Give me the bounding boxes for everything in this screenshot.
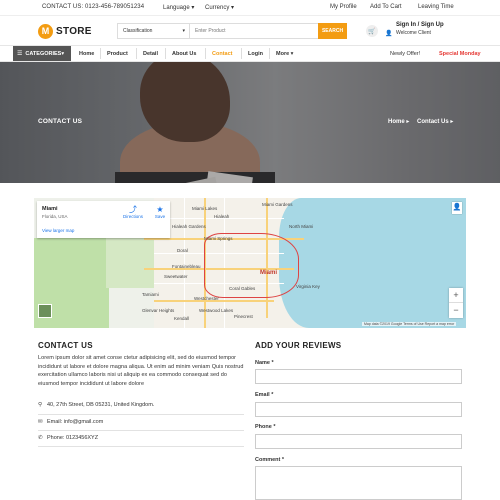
breadcrumb: Home ▸ Contact Us ▸ xyxy=(388,118,459,125)
satellite-toggle[interactable] xyxy=(38,304,52,318)
map-zoom-control: + − xyxy=(449,288,463,318)
user-icon: 👤 xyxy=(385,31,393,37)
email-field[interactable] xyxy=(255,402,462,417)
search-button[interactable]: SEARCH xyxy=(318,23,347,39)
email-row: ✉ Email: info@gmail.com xyxy=(38,419,104,425)
zoom-out-button[interactable]: − xyxy=(449,303,463,318)
top-bar: CONTACT US: 0123-456-789051234 Language … xyxy=(0,0,500,16)
nav-item-login[interactable]: Login xyxy=(248,51,263,57)
nav-item-about[interactable]: About Us xyxy=(172,51,196,57)
cart-icon[interactable]: 🛒 xyxy=(366,25,378,37)
add-to-cart-link[interactable]: Add To Cart xyxy=(370,4,402,10)
leaving-time-link[interactable]: Leaving Time xyxy=(418,4,454,10)
logo-badge: M xyxy=(38,23,53,39)
contact-description: Lorem ipsum dolor sit amet conse ctetur … xyxy=(38,355,244,387)
nav-item-contact[interactable]: Contact xyxy=(212,51,232,57)
search-input[interactable]: Enter Product xyxy=(190,24,318,38)
divider xyxy=(38,430,244,431)
search-category-select[interactable]: Classification ▾ xyxy=(118,24,190,38)
phone-label: Phone * xyxy=(255,424,276,430)
language-dropdown[interactable]: Language ▾ xyxy=(163,4,194,11)
breadcrumb-home[interactable]: Home ▸ xyxy=(388,119,409,125)
map-place-card: Miami Florida, USA View larger map ⤴ Dir… xyxy=(37,201,170,238)
phone-row: ✆ Phone: 0123456XYZ xyxy=(38,435,99,441)
nav-item-product[interactable]: Product xyxy=(107,51,128,57)
address-row: ⚲ 40, 27th Street, DB 05231, United Kingd… xyxy=(38,402,155,408)
comment-label: Comment * xyxy=(255,457,285,463)
signin-link[interactable]: Sign In / Sign Up xyxy=(396,22,444,28)
location-icon: ⚲ xyxy=(38,402,43,408)
email-label: Email * xyxy=(255,392,274,398)
nav-divider xyxy=(205,48,206,59)
phone-field[interactable] xyxy=(255,434,462,449)
google-map[interactable]: Hialeah Miami Springs Miami Lakes Hialea… xyxy=(34,198,466,328)
map-place-name: Miami xyxy=(42,206,58,212)
special-monday-link[interactable]: Special Monday xyxy=(439,51,481,57)
main-nav: ☰ CATEGORIES ▾ Home Product Detail About… xyxy=(0,45,500,62)
phone-icon: ✆ xyxy=(38,435,43,441)
name-field[interactable] xyxy=(255,369,462,384)
search-bar: Classification ▾ Enter Product SEARCH xyxy=(117,23,347,39)
breadcrumb-contact[interactable]: Contact Us ▸ xyxy=(417,119,453,125)
nav-divider xyxy=(269,48,270,59)
newly-offer-link[interactable]: Newly Offer! xyxy=(390,51,420,57)
nav-item-detail[interactable]: Detail xyxy=(143,51,158,57)
comment-textarea[interactable] xyxy=(255,466,462,500)
logo-text: STORE xyxy=(56,25,92,37)
directions-button[interactable]: ⤴ Directions xyxy=(123,205,143,219)
name-label: Name * xyxy=(255,360,274,366)
star-icon: ★ xyxy=(156,205,164,214)
menu-icon: ☰ xyxy=(17,51,23,57)
welcome-text: Welcome Client xyxy=(396,30,431,36)
nav-item-home[interactable]: Home xyxy=(79,51,94,57)
view-larger-map-link[interactable]: View larger map xyxy=(42,228,74,233)
nav-divider xyxy=(241,48,242,59)
street-view-icon[interactable]: 👤 xyxy=(452,202,462,214)
nav-divider xyxy=(165,48,166,59)
contact-heading: CONTACT US xyxy=(38,341,93,350)
store-logo[interactable]: M STORE xyxy=(38,23,92,39)
nav-divider xyxy=(136,48,137,59)
my-profile-link[interactable]: My Profile xyxy=(330,4,357,10)
directions-icon: ⤴ xyxy=(129,205,137,214)
top-contact-text: CONTACT US: 0123-456-789051234 xyxy=(42,4,145,10)
page-title: CONTACT US xyxy=(38,118,83,125)
map-place-subtitle: Florida, USA xyxy=(42,214,68,219)
reviews-heading: ADD YOUR REVIEWS xyxy=(255,341,342,350)
page-banner: CONTACT US Home ▸ Contact Us ▸ xyxy=(0,62,500,183)
map-attribution: Map data ©2019 Google Terms of Use Repor… xyxy=(362,322,457,326)
divider xyxy=(38,446,244,447)
chevron-down-icon: ▾ xyxy=(182,28,185,34)
envelope-icon: ✉ xyxy=(38,419,43,425)
zoom-in-button[interactable]: + xyxy=(449,288,463,303)
categories-button[interactable]: ☰ CATEGORIES ▾ xyxy=(13,46,71,61)
nav-divider xyxy=(100,48,101,59)
nav-item-more[interactable]: More ▾ xyxy=(276,51,293,57)
currency-dropdown[interactable]: Currency ▾ xyxy=(205,4,234,11)
save-button[interactable]: ★ Save xyxy=(151,205,169,219)
divider xyxy=(38,414,244,415)
header: M STORE Classification ▾ Enter Product S… xyxy=(0,16,500,45)
